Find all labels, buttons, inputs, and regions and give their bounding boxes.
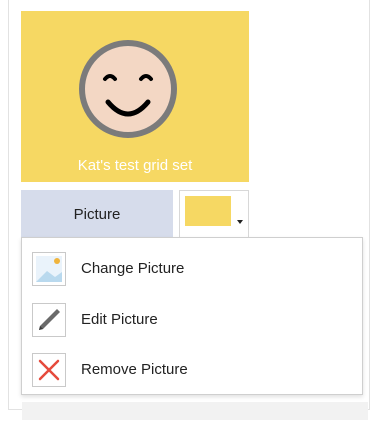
remove-picture-label: Remove Picture <box>81 361 188 378</box>
chevron-down-icon <box>237 220 243 224</box>
pencil-icon <box>32 303 66 337</box>
image-icon <box>32 252 66 286</box>
change-picture-menu-item[interactable]: Change Picture <box>22 244 362 294</box>
grid-set-caption: Kat's test grid set <box>77 157 193 174</box>
remove-picture-menu-item[interactable]: Remove Picture <box>22 345 362 395</box>
color-picker[interactable] <box>179 190 249 238</box>
bottom-strip <box>22 402 368 420</box>
picture-editor: Kat's test grid set Picture Change Pictu… <box>0 0 378 421</box>
color-swatch <box>185 196 231 226</box>
edit-picture-label: Edit Picture <box>81 311 158 328</box>
picture-menu: Change Picture Edit Picture Remove Pictu… <box>21 237 363 395</box>
edit-picture-menu-item[interactable]: Edit Picture <box>22 295 362 345</box>
change-picture-label: Change Picture <box>81 260 185 277</box>
grid-set-tile[interactable]: Kat's test grid set <box>21 11 249 182</box>
close-icon <box>32 353 66 387</box>
picture-button[interactable]: Picture <box>21 190 173 238</box>
